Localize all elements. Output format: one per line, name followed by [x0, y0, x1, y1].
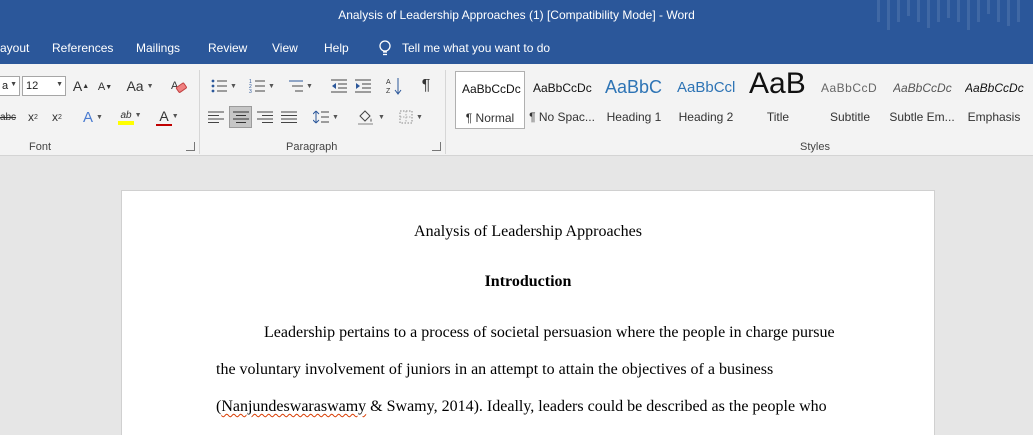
style-subtitle[interactable]: AaBbCcD Subtitle [815, 71, 885, 129]
font-group-label: Font [29, 141, 52, 153]
shading-button[interactable]: ▼ [354, 108, 388, 126]
subscript-button[interactable]: x2 [24, 109, 42, 125]
document-page[interactable]: Analysis of Leadership Approaches Introd… [121, 190, 935, 435]
paragraph-line: (Nanjundeswaraswamy & Swamy, 2014). Idea… [216, 398, 827, 415]
tell-me-text: Tell me what you want to do [402, 41, 551, 55]
svg-text:3: 3 [249, 89, 252, 93]
highlight-color-bar [118, 120, 134, 125]
font-color-button[interactable]: A ▼ [152, 108, 186, 126]
paragraph-group-label: Paragraph [286, 141, 338, 153]
chevron-down-icon[interactable]: ▼ [56, 81, 63, 88]
group-divider [199, 70, 200, 154]
align-left-icon [208, 111, 224, 123]
paragraph-dialog-launcher[interactable] [432, 142, 441, 151]
paragraph-line: the voluntary involvement of juniors in … [216, 361, 774, 378]
bullets-button[interactable]: ▼ [208, 77, 240, 95]
text-effects-button[interactable]: A ▼ [78, 108, 108, 126]
line-spacing-button[interactable]: ▼ [310, 108, 342, 126]
ribbon-tabs: ayout References Mailings Review View He… [0, 34, 1033, 64]
multilevel-list-button[interactable]: ▼ [284, 77, 316, 95]
decrease-indent-icon [331, 79, 347, 93]
tab-help[interactable]: Help [324, 41, 349, 55]
align-left-button[interactable] [207, 108, 225, 126]
tab-review[interactable]: Review [208, 41, 247, 55]
numbering-icon: 123 [249, 79, 266, 93]
eraser-icon: A [171, 80, 187, 93]
clear-formatting-button[interactable]: A [168, 76, 190, 96]
paragraph-line: Leadership pertains to a process of soci… [264, 324, 835, 341]
tab-references[interactable]: References [52, 41, 113, 55]
style-normal[interactable]: AaBbCcDc ¶ Normal [455, 71, 525, 129]
change-case-button[interactable]: Aa ▼ [124, 78, 156, 94]
justify-button[interactable] [280, 108, 298, 126]
tell-me-box[interactable]: Tell me what you want to do [378, 40, 550, 56]
increase-indent-icon [355, 79, 371, 93]
style-title[interactable]: AaB Title [743, 67, 813, 129]
styles-group-label: Styles [800, 141, 830, 153]
show-formatting-marks-button[interactable]: ¶ [416, 76, 436, 96]
increase-indent-button[interactable] [354, 77, 372, 95]
title-bar: Analysis of Leadership Approaches (1) [C… [0, 0, 1033, 34]
multilevel-list-icon [289, 80, 304, 92]
style-heading-2[interactable]: AaBbCcl Heading 2 [671, 71, 741, 129]
decrease-indent-button[interactable] [330, 77, 348, 95]
chevron-down-icon[interactable]: ▼ [10, 81, 17, 88]
borders-button[interactable]: ▼ [394, 108, 428, 126]
tab-layout[interactable]: ayout [0, 41, 29, 55]
document-title: Analysis of Leadership Approaches [414, 223, 642, 240]
misspelled-word[interactable]: Nanjundeswaraswamy [221, 398, 366, 415]
align-center-icon [232, 111, 249, 123]
group-divider [445, 70, 446, 154]
numbering-button[interactable]: 123 ▼ [246, 77, 278, 95]
style-no-spacing[interactable]: AaBbCcDc ¶ No Spac... [527, 71, 597, 129]
align-center-button[interactable] [229, 106, 252, 128]
tab-mailings[interactable]: Mailings [136, 41, 180, 55]
font-name-box[interactable]: a ▼ [0, 76, 20, 96]
font-dialog-launcher[interactable] [186, 142, 195, 151]
sort-icon: AZ [386, 78, 402, 95]
tab-view[interactable]: View [272, 41, 298, 55]
font-color-bar [156, 124, 172, 126]
superscript-button[interactable]: x2 [48, 109, 66, 125]
svg-text:A: A [386, 79, 391, 86]
align-right-icon [257, 111, 273, 123]
title-bar-decoration [873, 0, 1033, 34]
align-right-button[interactable] [256, 108, 274, 126]
line-spacing-icon [313, 110, 330, 124]
paint-bucket-icon [358, 110, 374, 125]
pilcrow-icon: ¶ [421, 77, 431, 94]
ribbon: a ▼ 12 ▼ A ▲ A ▼ Aa ▼ A abc x2 x2 A ▼ ab… [0, 64, 1033, 156]
grow-font-button[interactable]: A ▲ [72, 78, 90, 94]
svg-text:Z: Z [386, 88, 391, 95]
section-heading: Introduction [484, 273, 572, 290]
style-heading-1[interactable]: AaBbC Heading 1 [599, 71, 669, 129]
lightbulb-icon [378, 40, 392, 56]
borders-icon [399, 110, 413, 124]
bullets-icon [211, 79, 228, 93]
highlight-button[interactable]: ab ▼ [114, 108, 148, 126]
shrink-font-button[interactable]: A ▼ [96, 79, 114, 95]
style-emphasis[interactable]: AaBbCcDc Emphasis [959, 71, 1029, 129]
strikethrough-button[interactable]: abc [0, 109, 18, 125]
sort-button[interactable]: AZ [384, 76, 404, 96]
justify-icon [281, 111, 297, 123]
style-subtle-emphasis[interactable]: AaBbCcDc Subtle Em... [887, 71, 957, 129]
font-size-box[interactable]: 12 ▼ [22, 76, 66, 96]
styles-gallery: AaBbCcDc ¶ Normal AaBbCcDc ¶ No Spac... … [455, 67, 1033, 129]
